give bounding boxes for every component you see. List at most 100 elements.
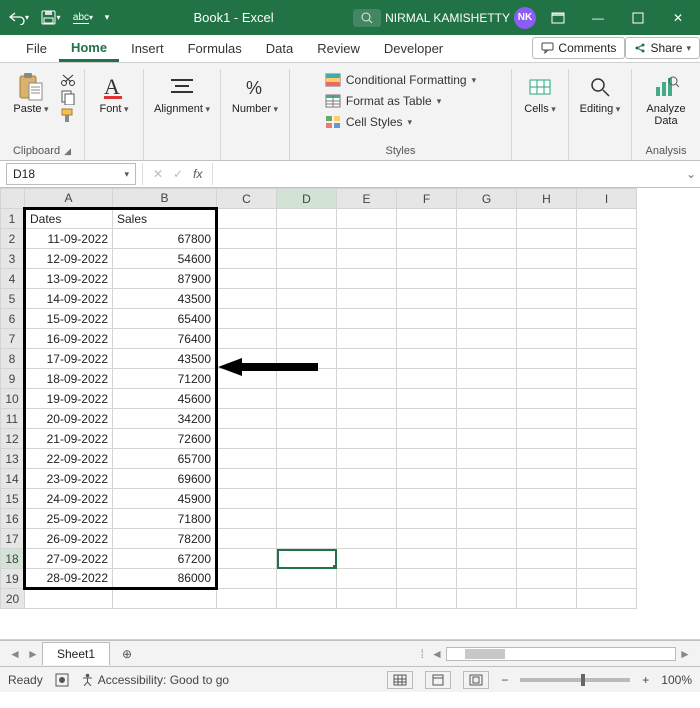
fx-button[interactable]: fx [193, 167, 202, 181]
cell-A17[interactable]: 26-09-2022 [25, 529, 113, 549]
cell-E11[interactable] [337, 409, 397, 429]
cell-C11[interactable] [217, 409, 277, 429]
cell-A7[interactable]: 16-09-2022 [25, 329, 113, 349]
formula-bar-expand[interactable]: ⌄ [682, 167, 700, 181]
cell-D18[interactable] [277, 549, 337, 569]
cell-D10[interactable] [277, 389, 337, 409]
cell-C17[interactable] [217, 529, 277, 549]
row-header[interactable]: 19 [1, 569, 25, 589]
cell-I15[interactable] [577, 489, 637, 509]
row-header[interactable]: 1 [1, 209, 25, 229]
cell-B15[interactable]: 45900 [113, 489, 217, 509]
cell-F4[interactable] [397, 269, 457, 289]
cell-H19[interactable] [517, 569, 577, 589]
cell-F7[interactable] [397, 329, 457, 349]
tab-developer[interactable]: Developer [372, 35, 455, 62]
cell-E9[interactable] [337, 369, 397, 389]
cell-B13[interactable]: 65700 [113, 449, 217, 469]
cell-B5[interactable]: 43500 [113, 289, 217, 309]
cell-G19[interactable] [457, 569, 517, 589]
cell-E19[interactable] [337, 569, 397, 589]
cell-F14[interactable] [397, 469, 457, 489]
font-button[interactable]: A Font [93, 69, 135, 115]
cell-F9[interactable] [397, 369, 457, 389]
cell-I20[interactable] [577, 589, 637, 609]
cell-F12[interactable] [397, 429, 457, 449]
cell-D20[interactable] [277, 589, 337, 609]
cell-E1[interactable] [337, 209, 397, 229]
cell-B8[interactable]: 43500 [113, 349, 217, 369]
cell-A19[interactable]: 28-09-2022 [25, 569, 113, 589]
maximize-button[interactable] [620, 4, 656, 32]
cell-F8[interactable] [397, 349, 457, 369]
cell-G2[interactable] [457, 229, 517, 249]
cell-B6[interactable]: 65400 [113, 309, 217, 329]
undo-button[interactable]: ▾ [4, 4, 34, 32]
cell-A1[interactable]: Dates [25, 209, 113, 229]
worksheet-grid[interactable]: ABCDEFGHI1DatesSales211-09-202267800312-… [0, 188, 700, 640]
cell-H1[interactable] [517, 209, 577, 229]
cut-button[interactable] [60, 73, 76, 87]
row-header[interactable]: 6 [1, 309, 25, 329]
cell-D13[interactable] [277, 449, 337, 469]
cell-E10[interactable] [337, 389, 397, 409]
tab-formulas[interactable]: Formulas [176, 35, 254, 62]
cell-D1[interactable] [277, 209, 337, 229]
cell-H14[interactable] [517, 469, 577, 489]
formula-input[interactable] [213, 163, 682, 185]
cell-C15[interactable] [217, 489, 277, 509]
cell-F20[interactable] [397, 589, 457, 609]
cell-F16[interactable] [397, 509, 457, 529]
cell-B3[interactable]: 54600 [113, 249, 217, 269]
paste-button[interactable]: Paste [8, 69, 54, 115]
row-header[interactable]: 10 [1, 389, 25, 409]
cell-A9[interactable]: 18-09-2022 [25, 369, 113, 389]
cell-A12[interactable]: 21-09-2022 [25, 429, 113, 449]
cell-C12[interactable] [217, 429, 277, 449]
cell-D14[interactable] [277, 469, 337, 489]
cell-I10[interactable] [577, 389, 637, 409]
cell-C13[interactable] [217, 449, 277, 469]
cell-H10[interactable] [517, 389, 577, 409]
cell-E14[interactable] [337, 469, 397, 489]
row-header[interactable]: 16 [1, 509, 25, 529]
cell-F2[interactable] [397, 229, 457, 249]
macro-record-icon[interactable] [55, 673, 69, 687]
horizontal-scrollbar[interactable] [446, 647, 676, 661]
row-header[interactable]: 20 [1, 589, 25, 609]
row-header[interactable]: 18 [1, 549, 25, 569]
column-header-G[interactable]: G [457, 189, 517, 209]
cell-E8[interactable] [337, 349, 397, 369]
cell-F3[interactable] [397, 249, 457, 269]
row-header[interactable]: 9 [1, 369, 25, 389]
cell-F1[interactable] [397, 209, 457, 229]
number-button[interactable]: % Number [229, 69, 281, 115]
cell-G12[interactable] [457, 429, 517, 449]
cell-I11[interactable] [577, 409, 637, 429]
cell-B4[interactable]: 87900 [113, 269, 217, 289]
cell-H6[interactable] [517, 309, 577, 329]
cell-H17[interactable] [517, 529, 577, 549]
view-normal-button[interactable] [387, 671, 413, 689]
cell-H11[interactable] [517, 409, 577, 429]
cell-H18[interactable] [517, 549, 577, 569]
cell-A6[interactable]: 15-09-2022 [25, 309, 113, 329]
view-layout-button[interactable] [425, 671, 451, 689]
tab-home[interactable]: Home [59, 34, 119, 62]
cell-I8[interactable] [577, 349, 637, 369]
row-header[interactable]: 14 [1, 469, 25, 489]
cell-C14[interactable] [217, 469, 277, 489]
column-header-D[interactable]: D [277, 189, 337, 209]
cell-C19[interactable] [217, 569, 277, 589]
column-header-F[interactable]: F [397, 189, 457, 209]
row-header[interactable]: 8 [1, 349, 25, 369]
tab-file[interactable]: File [14, 35, 59, 62]
cell-H8[interactable] [517, 349, 577, 369]
cell-I6[interactable] [577, 309, 637, 329]
row-header[interactable]: 13 [1, 449, 25, 469]
cell-C3[interactable] [217, 249, 277, 269]
view-pagebreak-button[interactable] [463, 671, 489, 689]
cell-A5[interactable]: 14-09-2022 [25, 289, 113, 309]
enter-formula-button[interactable]: ✓ [173, 167, 183, 181]
cell-G9[interactable] [457, 369, 517, 389]
